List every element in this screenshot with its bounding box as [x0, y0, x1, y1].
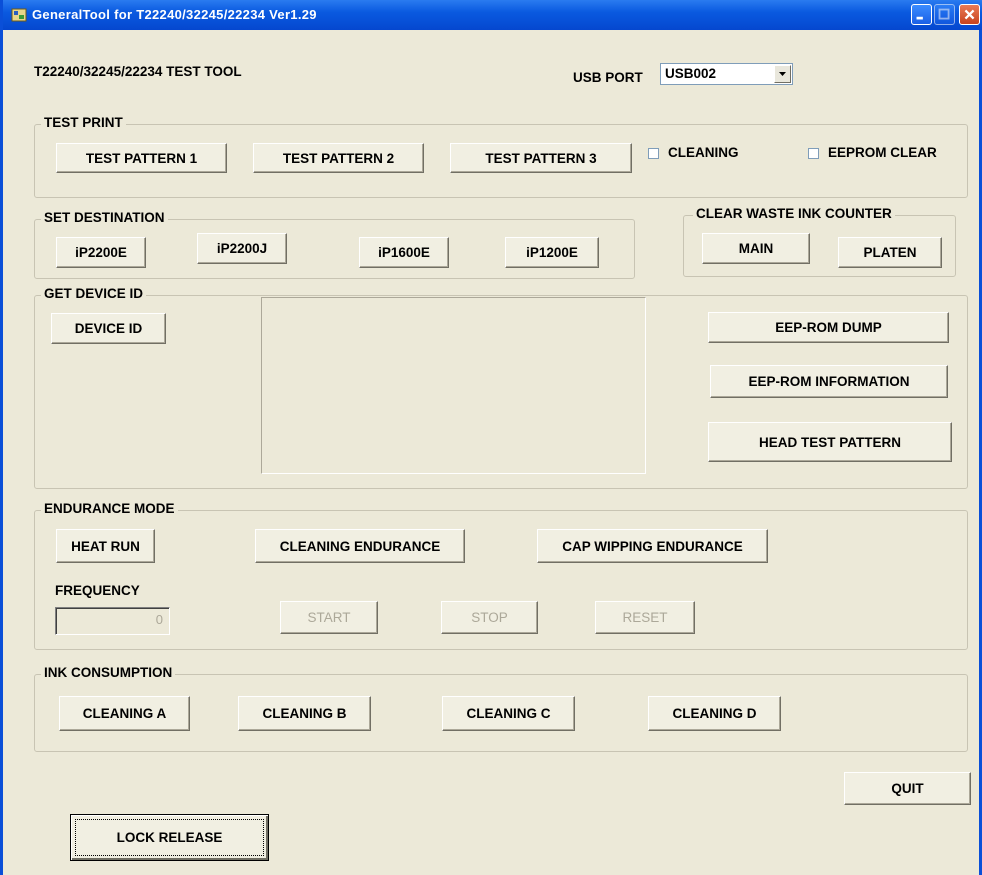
close-button[interactable] [959, 4, 980, 25]
test-pattern-1-button[interactable]: TEST PATTERN 1 [56, 143, 227, 173]
ink-consumption-legend: INK CONSUMPTION [41, 665, 176, 680]
app-icon [11, 8, 27, 22]
usb-port-dropdown-button[interactable] [774, 65, 791, 83]
window-title: GeneralTool for T22240/32245/22234 Ver1.… [32, 7, 317, 22]
cleaning-c-button[interactable]: CLEANING C [442, 696, 575, 731]
destination-ip1200e-button[interactable]: iP1200E [505, 237, 599, 268]
heat-run-button[interactable]: HEAT RUN [56, 529, 155, 563]
eeprom-dump-button[interactable]: EEP-ROM DUMP [708, 312, 949, 343]
cleaning-d-button[interactable]: CLEANING D [648, 696, 781, 731]
stop-button[interactable]: STOP [441, 601, 538, 634]
cleaning-checkbox-label: CLEANING [668, 145, 739, 160]
endurance-legend: ENDURANCE MODE [41, 501, 178, 516]
maximize-button[interactable] [934, 4, 955, 25]
eeprom-information-button[interactable]: EEP-ROM INFORMATION [710, 365, 948, 398]
reset-button[interactable]: RESET [595, 601, 695, 634]
destination-ip2200j-button[interactable]: iP2200J [197, 233, 287, 264]
clear-waste-legend: CLEAR WASTE INK COUNTER [693, 206, 895, 221]
cleaning-endurance-button[interactable]: CLEANING ENDURANCE [255, 529, 465, 563]
usb-port-select[interactable]: USB002 [660, 63, 793, 85]
usb-port-label: USB PORT [573, 70, 643, 85]
cleaning-a-button[interactable]: CLEANING A [59, 696, 190, 731]
start-button[interactable]: START [280, 601, 378, 634]
device-id-legend: GET DEVICE ID [41, 286, 147, 301]
device-id-button[interactable]: DEVICE ID [51, 313, 166, 344]
lock-release-button[interactable]: LOCK RELEASE [70, 814, 269, 861]
minimize-icon [916, 16, 923, 20]
quit-button[interactable]: QUIT [844, 772, 971, 805]
device-id-display [261, 297, 646, 474]
maximize-icon [938, 8, 950, 20]
head-test-pattern-button[interactable]: HEAD TEST PATTERN [708, 422, 952, 462]
cleaning-checkbox[interactable] [648, 148, 659, 159]
chevron-down-icon [779, 72, 786, 76]
frequency-field[interactable]: 0 [55, 607, 170, 635]
cap-wipping-endurance-button[interactable]: CAP WIPPING ENDURANCE [537, 529, 768, 563]
frequency-label: FREQUENCY [55, 583, 140, 598]
usb-port-value: USB002 [665, 66, 717, 81]
app-window: GeneralTool for T22240/32245/22234 Ver1.… [0, 0, 982, 875]
test-pattern-2-button[interactable]: TEST PATTERN 2 [253, 143, 424, 173]
minimize-button[interactable] [911, 4, 932, 25]
test-pattern-3-button[interactable]: TEST PATTERN 3 [450, 143, 632, 173]
tool-name: T22240/32245/22234 TEST TOOL [34, 64, 242, 79]
destination-ip2200e-button[interactable]: iP2200E [56, 237, 146, 268]
cleaning-b-button[interactable]: CLEANING B [238, 696, 371, 731]
eeprom-clear-checkbox-label: EEPROM CLEAR [828, 145, 937, 160]
destination-ip1600e-button[interactable]: iP1600E [359, 237, 449, 268]
close-icon [964, 9, 975, 20]
test-print-legend: TEST PRINT [41, 115, 126, 130]
frequency-value: 0 [155, 612, 163, 627]
set-destination-legend: SET DESTINATION [41, 210, 168, 225]
clear-platen-button[interactable]: PLATEN [838, 237, 942, 268]
eeprom-clear-checkbox[interactable] [808, 148, 819, 159]
clear-main-button[interactable]: MAIN [702, 233, 810, 264]
title-bar[interactable]: GeneralTool for T22240/32245/22234 Ver1.… [3, 0, 982, 30]
